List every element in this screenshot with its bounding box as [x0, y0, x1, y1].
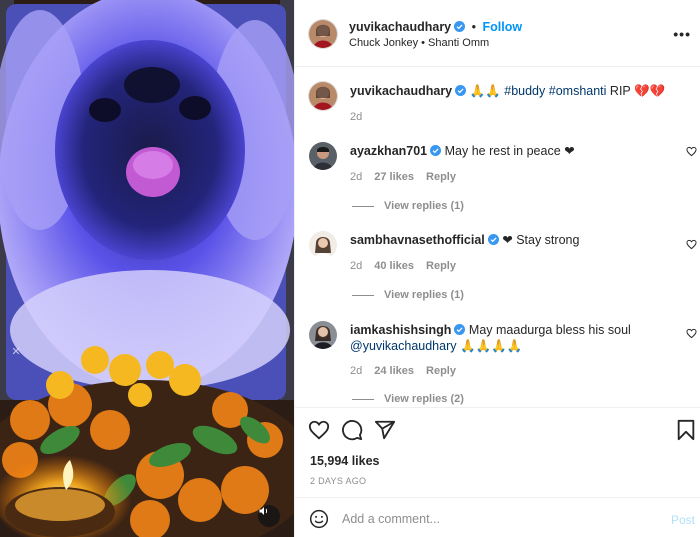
follow-button[interactable]: Follow: [483, 20, 523, 34]
emoji-icon[interactable]: [309, 509, 329, 529]
reply-button[interactable]: Reply: [426, 260, 456, 272]
author-username[interactable]: yuvikachaudhary: [349, 20, 451, 34]
comment-likes[interactable]: 27 likes: [374, 171, 414, 183]
caption-rip: RIP 💔💔: [609, 84, 666, 98]
post-actions: 15,994 likes 2 DAYS AGO: [295, 407, 700, 497]
view-replies-button[interactable]: View replies (1): [352, 200, 464, 212]
post-header: yuvikachaudhary • Follow Chuck Jonkey • …: [295, 0, 700, 67]
like-heart-icon[interactable]: [308, 419, 330, 441]
comment-text: May maadurga bless his soul: [468, 323, 631, 337]
comment-mention[interactable]: @yuvikachaudhary 🙏🙏🙏🙏: [350, 339, 522, 353]
post-dialog: ✕ yuvikachaudhary • Follow Chuck Jonkey …: [0, 0, 700, 537]
commenter-avatar[interactable]: [309, 321, 337, 349]
add-comment-bar: Post: [295, 497, 700, 537]
verified-badge-icon: [454, 324, 466, 335]
comment-time[interactable]: 2d: [350, 171, 362, 183]
comment-icon[interactable]: [341, 419, 363, 441]
caption-text: yuvikachaudhary 🙏🙏 #buddy #omshanti RIP …: [350, 83, 670, 99]
verified-badge-icon: [455, 85, 467, 96]
reply-button[interactable]: Reply: [426, 365, 456, 377]
likes-count[interactable]: 15,994 likes: [310, 454, 380, 468]
bookmark-icon[interactable]: [675, 419, 697, 441]
view-replies-label: View replies (1): [384, 200, 464, 212]
hashtag-buddy[interactable]: #buddy: [504, 84, 545, 98]
caption-avatar[interactable]: [309, 82, 337, 110]
post-comment-button[interactable]: Post: [671, 513, 695, 527]
comment-like-heart-icon[interactable]: [686, 239, 697, 250]
view-replies-label: View replies (2): [384, 393, 464, 405]
commenter-username[interactable]: ayazkhan701: [350, 144, 427, 158]
comment-text: ❤ Stay strong: [502, 233, 580, 247]
comment-meta: 2d 40 likes Reply: [350, 260, 468, 272]
caption-emoji: 🙏🙏: [469, 84, 501, 98]
hashtag-omshanti[interactable]: #omshanti: [549, 84, 607, 98]
view-replies-button[interactable]: View replies (1): [352, 289, 464, 301]
reply-button[interactable]: Reply: [426, 171, 456, 183]
comment-meta: 2d 24 likes Reply: [350, 365, 468, 377]
comment-time[interactable]: 2d: [350, 365, 362, 377]
comment-text: May he rest in peace ❤: [444, 144, 575, 158]
caption-time[interactable]: 2d: [350, 111, 362, 123]
comments-list[interactable]: yuvikachaudhary 🙏🙏 #buddy #omshanti RIP …: [295, 68, 700, 407]
comment-like-heart-icon[interactable]: [686, 328, 697, 339]
close-icon[interactable]: ✕: [10, 346, 22, 358]
share-icon[interactable]: [374, 419, 396, 441]
comment-input[interactable]: [342, 510, 642, 528]
view-replies-label: View replies (1): [384, 289, 464, 301]
post-media[interactable]: ✕: [0, 0, 294, 537]
header-separator: •: [471, 20, 477, 34]
verified-badge-icon: [430, 145, 442, 156]
verified-badge-icon: [487, 234, 499, 245]
post-sidebar: yuvikachaudhary • Follow Chuck Jonkey • …: [294, 0, 700, 537]
commenter-avatar[interactable]: [309, 142, 337, 170]
author-avatar[interactable]: [309, 20, 337, 48]
commenter-avatar[interactable]: [309, 231, 337, 259]
comment-likes[interactable]: 24 likes: [374, 365, 414, 377]
verified-badge-icon: [454, 21, 466, 32]
comment-likes[interactable]: 40 likes: [374, 260, 414, 272]
commenter-username[interactable]: iamkashishsingh: [350, 323, 451, 337]
comment-like-heart-icon[interactable]: [686, 146, 697, 157]
view-replies-button[interactable]: View replies (2): [352, 393, 464, 405]
dog-tribute-photo: [0, 0, 294, 537]
more-icon[interactable]: •••: [673, 26, 691, 42]
sound-icon[interactable]: [258, 505, 280, 527]
comment-meta: 2d 27 likes Reply: [350, 171, 468, 183]
comment-time[interactable]: 2d: [350, 260, 362, 272]
commenter-username[interactable]: sambhavnasethofficial: [350, 233, 485, 247]
audio-label[interactable]: Chuck Jonkey • Shanti Omm: [349, 37, 489, 49]
caption-username[interactable]: yuvikachaudhary: [350, 84, 452, 98]
post-date[interactable]: 2 DAYS AGO: [310, 476, 366, 486]
